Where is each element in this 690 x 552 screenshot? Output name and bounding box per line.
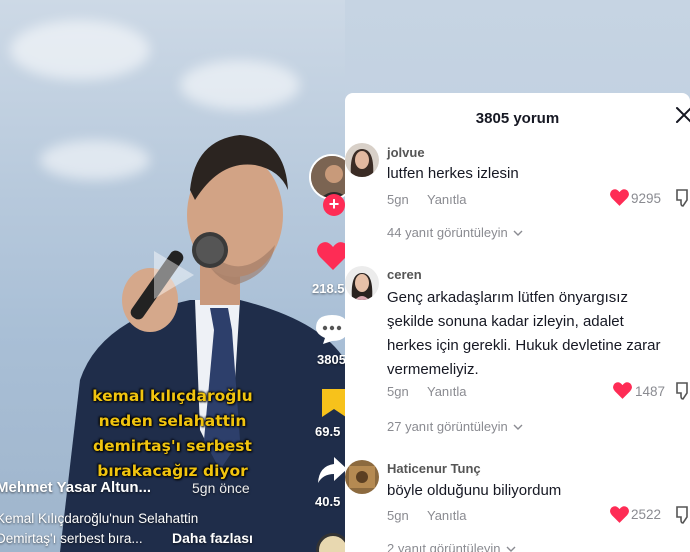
comment-age: 5gn xyxy=(387,192,409,207)
reply-button[interactable]: Yanıtla xyxy=(427,192,467,207)
follow-plus-button[interactable]: + xyxy=(323,194,345,216)
video-caption-line: kemal kılıçdaroğlu xyxy=(92,387,253,405)
dislike-icon[interactable] xyxy=(675,381,690,401)
comment-text: lutfen herkes izlesin xyxy=(387,162,519,186)
avatar-image xyxy=(311,156,345,198)
save-count: 69.5 xyxy=(315,424,341,439)
comments-title: 3805 yorum xyxy=(475,110,560,127)
chevron-down-icon xyxy=(513,230,523,237)
avatar-image xyxy=(345,143,379,177)
avatar-image xyxy=(345,266,379,300)
video-player[interactable]: kemal kılıçdaroğlu neden selahattin demi… xyxy=(0,0,345,552)
comment-like-heart-icon[interactable] xyxy=(609,505,630,524)
comment-line: şekilde sonuna kadar izleyin, adalet xyxy=(387,313,624,330)
share-count: 40.5 xyxy=(315,494,341,509)
reply-button[interactable]: Yanıtla xyxy=(427,384,467,399)
video-description-line: Demirtaş'ı serbest bıra... xyxy=(0,531,143,546)
chevron-down-icon xyxy=(513,424,523,431)
commenter-avatar[interactable] xyxy=(345,460,379,494)
comment-bubble-icon[interactable] xyxy=(315,313,345,345)
reply-button[interactable]: Yanıtla xyxy=(427,508,467,523)
comment-like-count: 1487 xyxy=(635,384,666,399)
comment-line: böyle olduğunu biliyordum xyxy=(387,482,562,499)
commenter-avatar[interactable] xyxy=(345,266,379,300)
bookmark-icon[interactable] xyxy=(320,387,345,419)
view-replies-label: 27 yanıt görüntüleyin xyxy=(387,419,508,434)
view-replies-label: 44 yanıt görüntüleyin xyxy=(387,225,508,240)
comment-line: Genç arkadaşlarım lütfen önyargısız xyxy=(387,289,628,306)
play-icon[interactable] xyxy=(140,245,200,305)
comment-like-count: 2522 xyxy=(631,507,662,522)
like-heart-icon[interactable] xyxy=(316,240,345,272)
video-description-line: Kemal Kılıçdaroğlu'nun Selahattin xyxy=(0,511,199,526)
close-icon[interactable] xyxy=(674,105,690,125)
comment-line: vermemeliyiz. xyxy=(387,361,479,378)
view-replies-link[interactable]: 44 yanıt görüntüleyin xyxy=(387,225,523,240)
comments-sheet: 3805 yorum jolvue lutfen herkes izlesin … xyxy=(345,93,690,552)
view-replies-label: 2 yanıt görüntüleyin xyxy=(387,541,501,552)
video-description: Kemal Kılıçdaroğlu'nun Selahattin Demirt… xyxy=(0,509,198,549)
like-count: 218.5 xyxy=(312,281,345,296)
comment-like-heart-icon[interactable] xyxy=(609,188,630,207)
share-arrow-icon[interactable] xyxy=(316,455,345,485)
video-caption-line: neden selahattin xyxy=(98,412,247,430)
comment-age: 5gn xyxy=(387,508,409,523)
avatar-image xyxy=(345,460,379,494)
video-author[interactable]: Mehmet Yasar Altun... xyxy=(0,479,151,496)
commenter-avatar[interactable] xyxy=(345,143,379,177)
comment-count: 3805 xyxy=(317,352,345,367)
comment-like-heart-icon[interactable] xyxy=(612,381,633,400)
view-replies-link[interactable]: 2 yanıt görüntüleyin xyxy=(387,541,516,552)
comment-username[interactable]: jolvue xyxy=(387,145,425,160)
video-caption-line: demirtaş'ı serbest xyxy=(93,437,252,455)
chevron-down-icon xyxy=(506,546,516,552)
more-button[interactable]: Daha fazlası xyxy=(172,530,253,546)
comment-line: herkes için gerekli. Hukuk devletine zar… xyxy=(387,337,661,354)
dislike-icon[interactable] xyxy=(675,505,690,525)
comment-username[interactable]: Haticenur Tunç xyxy=(387,461,481,476)
comment-line: lutfen herkes izlesin xyxy=(387,165,519,182)
comment-like-count: 9295 xyxy=(631,191,662,206)
view-replies-link[interactable]: 27 yanıt görüntüleyin xyxy=(387,419,523,434)
video-time: 5gn önce xyxy=(192,480,250,496)
comment-username[interactable]: ceren xyxy=(387,267,422,282)
comment-age: 5gn xyxy=(387,384,409,399)
comment-text: böyle olduğunu biliyordum xyxy=(387,479,561,503)
comment-text: Genç arkadaşlarım lütfen önyargısız şeki… xyxy=(387,286,660,382)
dislike-icon[interactable] xyxy=(675,188,690,208)
